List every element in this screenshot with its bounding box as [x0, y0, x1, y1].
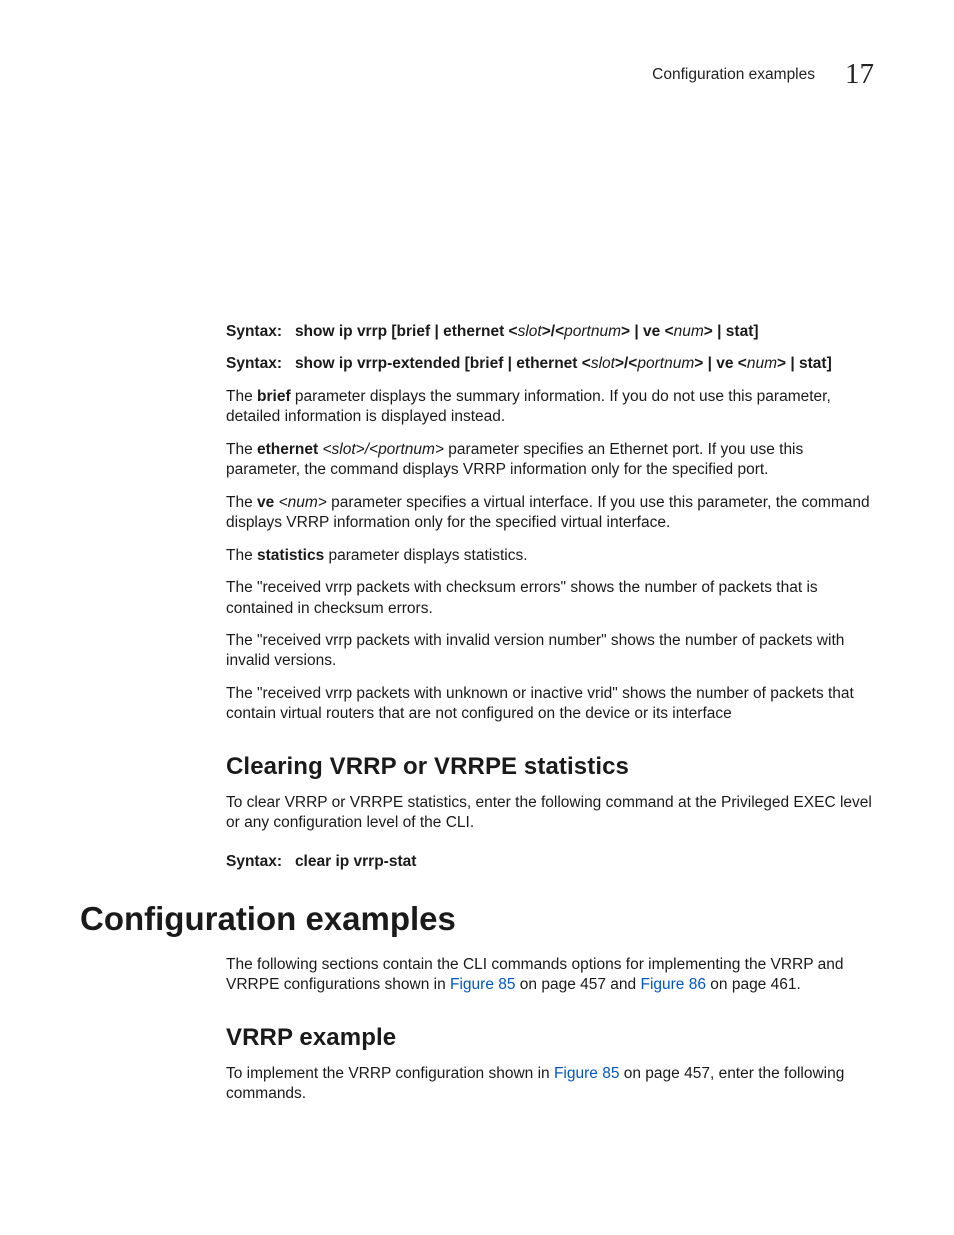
header-title: Configuration examples	[652, 66, 815, 84]
text: on page 457 and	[516, 976, 641, 993]
link-figure-86[interactable]: Figure 86	[640, 976, 705, 993]
paragraph-invalid-version: The "received vrrp packets with invalid …	[226, 631, 874, 672]
syntax-cmd: clear ip vrrp-stat	[295, 853, 416, 870]
paragraph-statistics: The statistics parameter displays statis…	[226, 546, 874, 566]
text: The	[226, 547, 257, 564]
heading-vrrp-example: VRRP example	[226, 1024, 874, 1052]
syntax-sep: >/<	[542, 323, 564, 340]
term-ethernet: ethernet	[257, 441, 318, 458]
param-num: <num>	[279, 494, 327, 511]
syntax-label: Syntax:	[226, 853, 282, 870]
syntax-cmd: show ip vrrp [brief | ethernet <	[295, 323, 518, 340]
syntax-end: > | stat]	[777, 355, 832, 372]
header-chapter-number: 17	[845, 58, 874, 91]
syntax-line-3: Syntax: clear ip vrrp-stat	[226, 852, 874, 872]
syntax-num: num	[747, 355, 777, 372]
syntax-sep: >/<	[615, 355, 637, 372]
text: The	[226, 388, 257, 405]
page: Configuration examples 17 Syntax: show i…	[0, 0, 954, 1235]
paragraph-clear: To clear VRRP or VRRPE statistics, enter…	[226, 793, 874, 834]
heading-configuration-examples: Configuration examples	[80, 900, 874, 938]
text: To implement the VRRP configuration show…	[226, 1065, 554, 1082]
syntax-slot: slot	[591, 355, 615, 372]
paragraph-ve: The ve <num> parameter specifies a virtu…	[226, 493, 874, 534]
param-slot-portnum: <slot>/<portnum>	[322, 441, 444, 458]
term-ve: ve	[257, 494, 274, 511]
syntax-space	[286, 853, 290, 870]
syntax-cmd: show ip vrrp-extended [brief | ethernet …	[295, 355, 591, 372]
text: parameter displays the summary informati…	[226, 388, 831, 425]
syntax-space	[286, 323, 290, 340]
syntax-end: > | stat]	[704, 323, 759, 340]
paragraph-unknown-vrid: The "received vrrp packets with unknown …	[226, 684, 874, 725]
term-statistics: statistics	[257, 547, 324, 564]
chapter-heading-block: Configuration examples	[80, 900, 874, 956]
text: The	[226, 494, 257, 511]
body-content-lower: The following sections contain the CLI c…	[226, 955, 874, 1117]
syntax-label: Syntax:	[226, 323, 282, 340]
syntax-num: num	[674, 323, 704, 340]
paragraph-checksum: The "received vrrp packets with checksum…	[226, 578, 874, 619]
text: on page 461.	[706, 976, 801, 993]
paragraph-config-intro: The following sections contain the CLI c…	[226, 955, 874, 996]
syntax-mid: > | ve <	[621, 323, 674, 340]
heading-clearing-stats: Clearing VRRP or VRRPE statistics	[226, 753, 874, 781]
link-figure-85[interactable]: Figure 85	[554, 1065, 619, 1082]
term-brief: brief	[257, 388, 291, 405]
syntax-space	[286, 355, 290, 372]
syntax-line-1: Syntax: show ip vrrp [brief | ethernet <…	[226, 322, 874, 342]
syntax-slot: slot	[518, 323, 542, 340]
paragraph-vrrp-example: To implement the VRRP configuration show…	[226, 1064, 874, 1105]
syntax-label: Syntax:	[226, 355, 282, 372]
body-content: Syntax: show ip vrrp [brief | ethernet <…	[226, 322, 874, 884]
text: The	[226, 441, 257, 458]
paragraph-ethernet: The ethernet <slot>/<portnum> parameter …	[226, 440, 874, 481]
paragraph-brief: The brief parameter displays the summary…	[226, 387, 874, 428]
text: parameter displays statistics.	[324, 547, 527, 564]
running-header: Configuration examples 17	[652, 58, 874, 91]
syntax-line-2: Syntax: show ip vrrp-extended [brief | e…	[226, 354, 874, 374]
syntax-mid: > | ve <	[694, 355, 747, 372]
syntax-portnum: portnum	[564, 323, 621, 340]
link-figure-85[interactable]: Figure 85	[450, 976, 515, 993]
syntax-portnum: portnum	[637, 355, 694, 372]
